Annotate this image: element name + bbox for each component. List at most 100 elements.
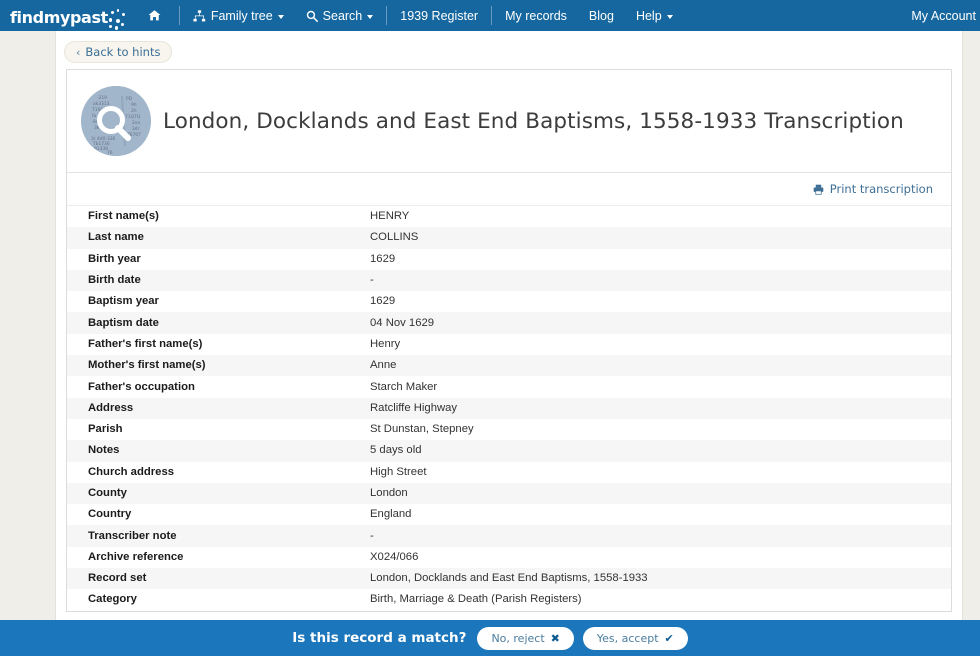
top-navigation-bar: findmypast [0, 0, 980, 31]
table-row: Church addressHigh Street [67, 462, 951, 483]
table-row: Archive referenceX024/066 [67, 547, 951, 568]
page-background: ‹ Back to hints -219 ak3313 710007 fa 7 … [0, 31, 980, 656]
row-key: Church address [67, 462, 370, 483]
nav-item-label: My records [505, 9, 567, 23]
row-key: Parish [67, 419, 370, 440]
dots-cluster-icon [108, 9, 128, 31]
nav-item-label: Family tree [211, 9, 273, 23]
print-row: Print transcription [67, 173, 951, 206]
transcription-table-body: First name(s)HENRY Last nameCOLLINS Birt… [67, 206, 951, 611]
search-icon [306, 10, 318, 22]
row-key: Address [67, 398, 370, 419]
row-key: Baptism year [67, 291, 370, 312]
row-key: Notes [67, 440, 370, 461]
nav-divider [491, 6, 492, 25]
svg-text:2h: 2h [131, 108, 137, 114]
row-value: England [370, 504, 951, 525]
nav-divider [386, 6, 387, 25]
row-value: Ratcliffe Highway [370, 398, 951, 419]
nav-divider [179, 6, 180, 25]
family-tree-icon [193, 10, 206, 22]
row-key: Transcriber note [67, 525, 370, 546]
reject-label: No, reject [491, 632, 544, 645]
back-button-container: ‹ Back to hints [56, 31, 962, 63]
svg-text:PD: PD [126, 96, 133, 102]
table-row: Notes5 days old [67, 440, 951, 461]
nav-item-home[interactable] [137, 0, 177, 31]
nav-item-my-account[interactable]: My Account [900, 0, 980, 31]
nav-item-1939-register[interactable]: 1939 Register [389, 0, 489, 31]
row-value: London, Docklands and East End Baptisms,… [370, 568, 951, 589]
record-header: -219 ak3313 710007 fa 7 8n 3671 3r 4d0-3… [67, 70, 951, 173]
table-row: Father's occupationStarch Maker [67, 376, 951, 397]
table-row: Last nameCOLLINS [67, 227, 951, 248]
reject-button[interactable]: No, reject ✖ [477, 627, 573, 650]
nav-item-my-records[interactable]: My records [494, 0, 578, 31]
brand-logo-text: findmypast [10, 5, 108, 31]
accept-button[interactable]: Yes, accept ✔ [583, 627, 688, 650]
row-value: 04 Nov 1629 [370, 312, 951, 333]
row-key: County [67, 483, 370, 504]
nav-item-label: My Account [911, 9, 976, 23]
nav-item-blog[interactable]: Blog [578, 0, 625, 31]
row-key: Father's first name(s) [67, 334, 370, 355]
row-value: X024/066 [370, 547, 951, 568]
brand-logo[interactable]: findmypast [0, 0, 137, 31]
table-row: CountryEngland [67, 504, 951, 525]
nav-item-label: 1939 Register [400, 9, 478, 23]
print-transcription-label: Print transcription [830, 182, 933, 196]
page-content-column: ‹ Back to hints -219 ak3313 710007 fa 7 … [55, 31, 963, 656]
table-row: CountyLondon [67, 483, 951, 504]
table-row: AddressRatcliffe Highway [67, 398, 951, 419]
printer-icon [813, 184, 824, 195]
row-key: Father's occupation [67, 376, 370, 397]
row-key: Country [67, 504, 370, 525]
chevron-down-icon [667, 15, 673, 19]
row-value: St Dunstan, Stepney [370, 419, 951, 440]
svg-text:71Q7Q: 71Q7Q [125, 114, 141, 120]
row-key: Birth date [67, 270, 370, 291]
table-row: ParishSt Dunstan, Stepney [67, 419, 951, 440]
svg-text:ak3313: ak3313 [93, 101, 110, 107]
table-row: Father's first name(s)Henry [67, 334, 951, 355]
table-row: First name(s)HENRY [67, 206, 951, 227]
table-row: Baptism date04 Nov 1629 [67, 312, 951, 333]
svg-text:3dr: 3dr [132, 126, 140, 132]
accept-label: Yes, accept [597, 632, 659, 645]
back-to-hints-label: Back to hints [85, 45, 160, 59]
page-title: London, Docklands and East End Baptisms,… [163, 109, 904, 134]
chevron-down-icon [367, 15, 373, 19]
row-value: High Street [370, 462, 951, 483]
row-key: Birth year [67, 249, 370, 270]
table-row: Birth date- [67, 270, 951, 291]
row-value: - [370, 270, 951, 291]
back-to-hints-button[interactable]: ‹ Back to hints [64, 41, 172, 63]
record-magnifier-icon: -219 ak3313 710007 fa 7 8n 3671 3r 4d0-3… [81, 86, 151, 156]
nav-item-help[interactable]: Help [625, 0, 684, 31]
check-icon: ✔ [665, 632, 674, 645]
table-row: Transcriber note- [67, 525, 951, 546]
row-value: COLLINS [370, 227, 951, 248]
print-transcription-button[interactable]: Print transcription [813, 182, 933, 196]
chevron-down-icon [278, 15, 284, 19]
nav-item-label: Help [636, 9, 662, 23]
svg-text:9h: 9h [131, 102, 137, 108]
row-value: HENRY [370, 206, 951, 227]
row-key: Last name [67, 227, 370, 248]
record-card: -219 ak3313 710007 fa 7 8n 3671 3r 4d0-3… [66, 69, 952, 612]
row-key: Baptism date [67, 312, 370, 333]
row-value: Starch Maker [370, 376, 951, 397]
row-value: London [370, 483, 951, 504]
row-key: Archive reference [67, 547, 370, 568]
row-key: Category [67, 589, 370, 610]
row-key: Record set [67, 568, 370, 589]
home-icon [148, 9, 161, 22]
nav-item-label: Search [323, 9, 363, 23]
chevron-left-icon: ‹ [76, 46, 80, 59]
row-value: - [370, 525, 951, 546]
nav-item-family-tree[interactable]: Family tree [182, 0, 295, 31]
table-row: Birth year1629 [67, 249, 951, 270]
table-row: Mother's first name(s)Anne [67, 355, 951, 376]
nav-item-search[interactable]: Search [295, 0, 385, 31]
close-icon: ✖ [551, 632, 560, 645]
